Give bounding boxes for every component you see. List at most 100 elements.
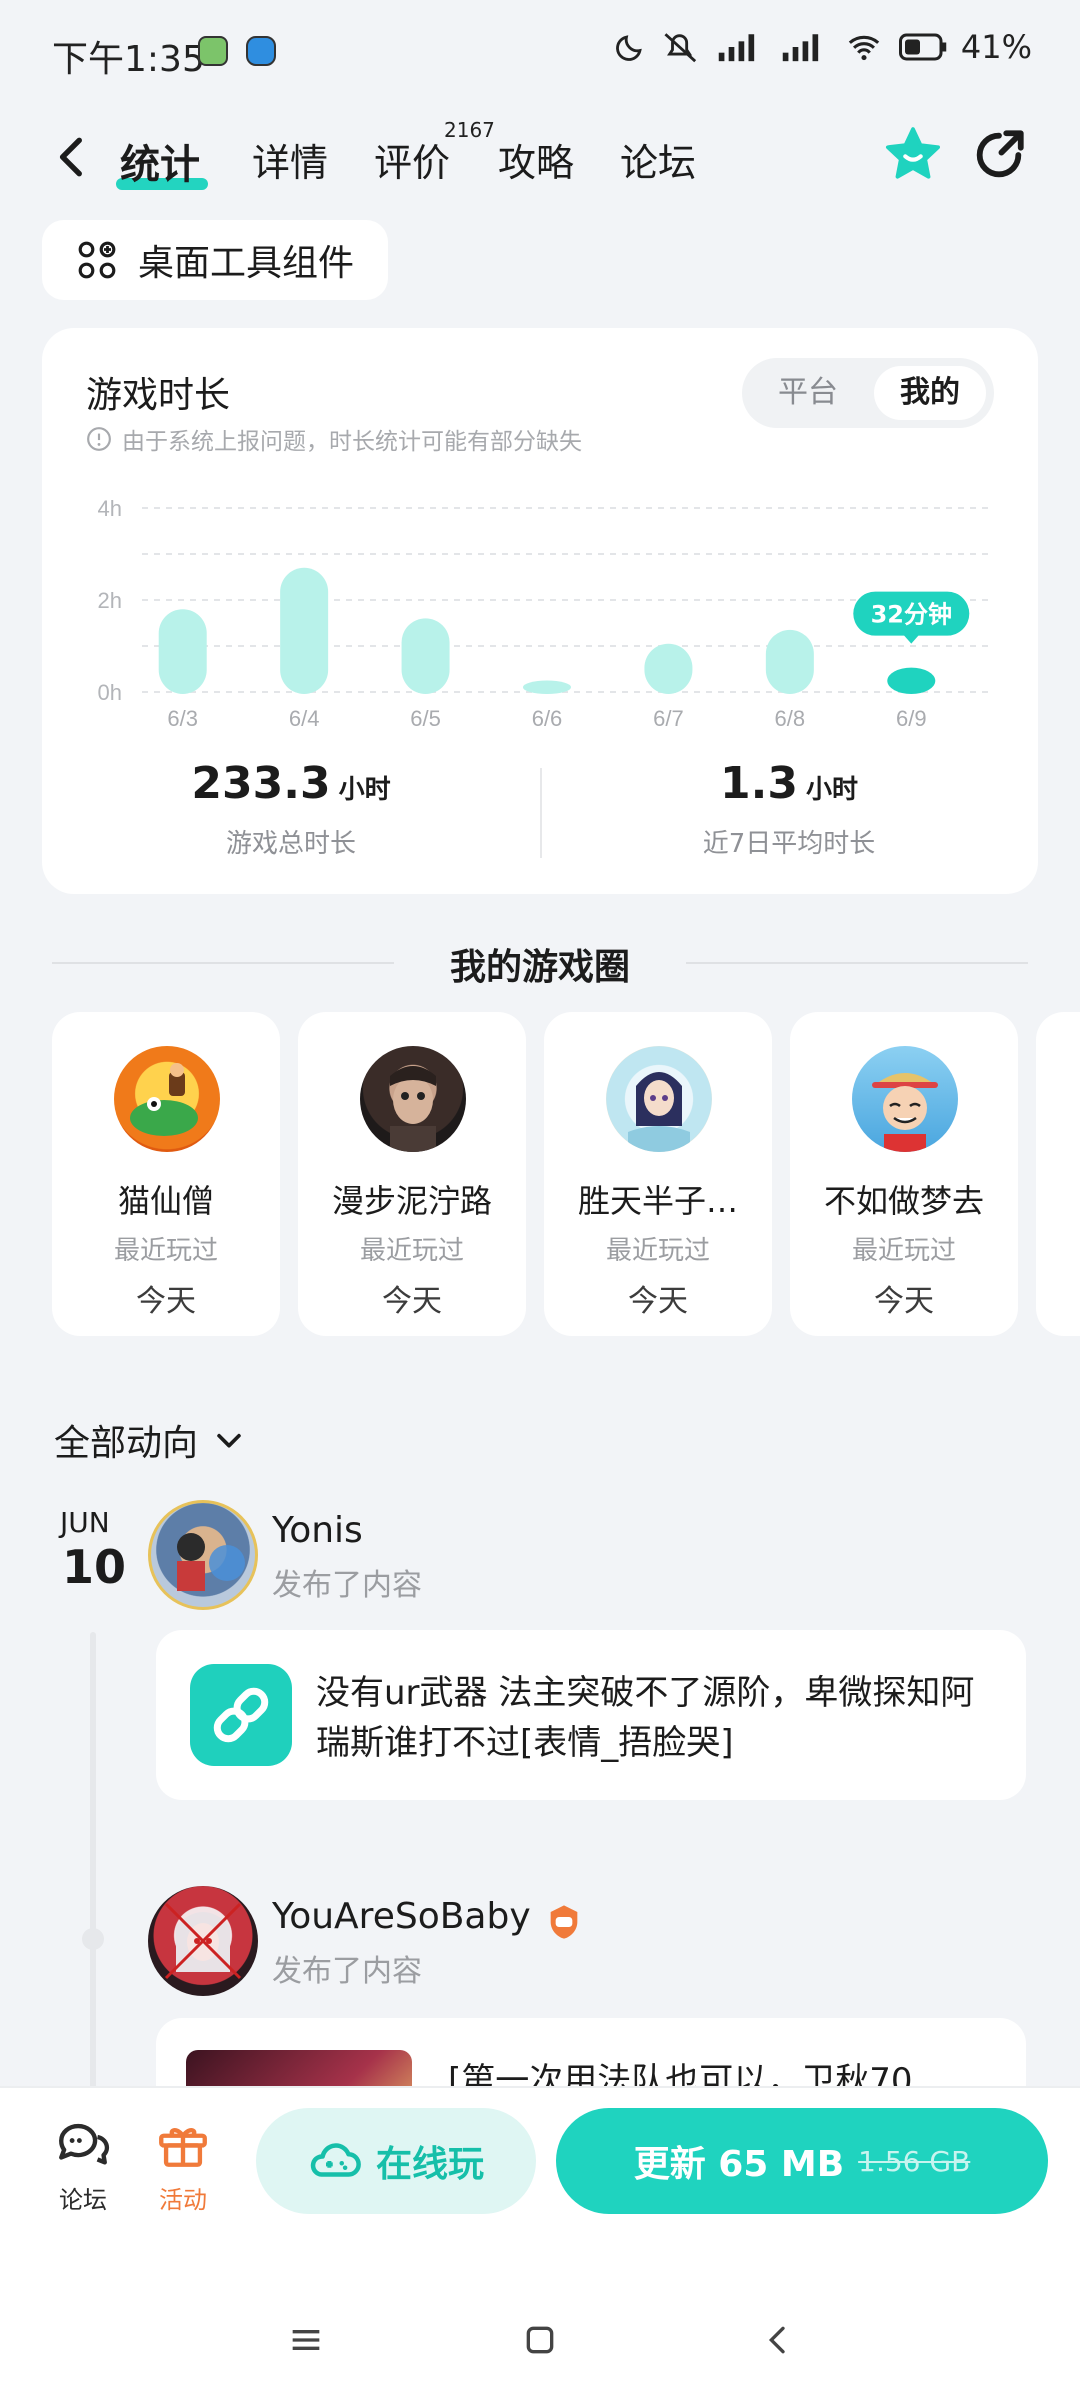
menu-icon[interactable]	[286, 2320, 326, 2360]
link-icon	[213, 1687, 269, 1743]
playtime-notice-text: 由于系统上报问题，时长统计可能有部分缺失	[122, 429, 582, 455]
favorite-star-icon[interactable]	[882, 124, 944, 186]
chart-bar	[158, 609, 207, 694]
average-playtime: 1.3 小时 近7日平均时长	[540, 758, 1038, 860]
update-button[interactable]: 更新 65 MB 1.56 GB	[556, 2108, 1048, 2214]
total-playtime-unit: 小时	[338, 775, 391, 805]
review-count: 2167	[444, 118, 495, 142]
data-source-toggle: 平台 我的	[742, 358, 994, 428]
gamepad-cloud-icon	[310, 2143, 361, 2177]
toggle-mine[interactable]: 我的	[874, 366, 986, 420]
play-online-button[interactable]: 在线玩	[256, 2108, 536, 2214]
update-label: 更新 65 MB	[633, 2144, 845, 2185]
chart-x-tick: 6/7	[653, 706, 684, 731]
moon-icon	[615, 35, 642, 61]
circle-card[interactable]: 不如做梦去 最近玩过 今天	[790, 1012, 1018, 1336]
widget-grid-icon	[78, 241, 116, 279]
circle-card-partial[interactable]	[1036, 1012, 1080, 1336]
forum-button[interactable]: 论坛	[38, 2114, 128, 2215]
chart-bar	[765, 629, 814, 694]
toggle-platform[interactable]: 平台	[752, 366, 864, 420]
avatar-anime-icon	[164, 1902, 242, 1980]
total-playtime-value: 233.3	[191, 758, 331, 809]
circle-recent-label: 最近玩过	[605, 1236, 710, 1266]
circle-when: 今天	[382, 1284, 442, 1319]
mute-bell-icon	[664, 33, 696, 63]
top-nav: 统计 详情 评价 2167 攻略 论坛	[0, 110, 1080, 206]
home-icon[interactable]	[520, 2320, 560, 2360]
chart-x-tick: 6/3	[167, 706, 198, 731]
post-action: 发布了内容	[272, 1954, 422, 1989]
signal-icon	[782, 34, 819, 62]
chart-highlight-label: 32分钟	[871, 601, 952, 629]
browser-icon	[246, 36, 276, 66]
wechat-icon	[198, 36, 228, 66]
feed-date-day: 10	[62, 1540, 127, 1594]
system-navigation	[0, 2300, 1080, 2380]
signal-icon	[718, 34, 755, 62]
back-icon[interactable]	[758, 2320, 798, 2360]
info-icon	[87, 427, 111, 451]
playtime-stats: 233.3 小时 游戏总时长 1.3 小时 近7日平均时长	[42, 758, 1038, 878]
playtime-chart: 4h 2h 0h 6/3 6/4 6/5 6/6 6/7 6/8 6/9 32分钟	[98, 496, 992, 731]
battery-icon	[898, 33, 947, 61]
status-icons: 41%	[613, 28, 1032, 66]
chart-x-tick: 6/8	[775, 706, 806, 731]
post-username[interactable]: Yonis	[272, 1510, 363, 1551]
user-avatar[interactable]	[148, 1886, 258, 1996]
circle-recent-label: 最近玩过	[851, 1236, 956, 1266]
avatar-photo-icon	[177, 1533, 245, 1591]
chart-x-tick: 6/9	[896, 706, 927, 731]
feed-filter-dropdown[interactable]: 全部动向	[54, 1414, 246, 1466]
post-action: 发布了内容	[272, 1568, 422, 1603]
tab-reviews[interactable]: 评价	[374, 132, 450, 187]
post-username[interactable]: YouAreSoBaby	[272, 1896, 531, 1937]
timeline-dot	[82, 1928, 104, 1950]
circle-name: 胜天半子…	[577, 1182, 738, 1220]
tab-details[interactable]: 详情	[252, 132, 328, 187]
chart-highlight-pointer	[903, 634, 920, 644]
game-circle-list: 猫仙僧 最近玩过 今天 漫步泥泞路 最近玩过 今天 胜天半子… 最近玩过 今天 …	[52, 1012, 1080, 1338]
circle-name: 不如做梦去	[823, 1182, 984, 1220]
circle-avatar	[852, 1046, 958, 1152]
circle-avatar	[360, 1046, 466, 1152]
anime-girl-icon	[628, 1072, 690, 1152]
chart-x-tick: 6/4	[289, 706, 320, 731]
chart-bar	[887, 667, 936, 694]
circle-avatar	[606, 1046, 712, 1152]
chat-bubbles-icon	[59, 2123, 110, 2165]
chart-x-tick: 6/5	[410, 706, 441, 731]
game-circle-title: 我的游戏圈	[449, 947, 630, 988]
circle-card[interactable]: 胜天半子… 最近玩过 今天	[544, 1012, 772, 1336]
straw-hat-boy-icon	[872, 1073, 938, 1152]
post-content-card[interactable]: 没有ur武器 法主突破不了源阶，卑微探知阿瑞斯谁打不过[表情_捂脸哭]	[156, 1630, 1026, 1800]
playtime-card: 游戏时长 由于系统上报问题，时长统计可能有部分缺失 平台 我的 4h 2h 0h 6/…	[42, 328, 1038, 894]
post-header: Yonis 发布了内容	[148, 1500, 948, 1610]
gift-icon	[159, 2128, 207, 2167]
update-old-size: 1.56 GB	[858, 2144, 971, 2178]
activity-button[interactable]: 活动	[138, 2114, 228, 2215]
circle-card[interactable]: 猫仙僧 最近玩过 今天	[52, 1012, 280, 1336]
chart-y-tick: 2h	[98, 588, 122, 613]
circle-card[interactable]: 漫步泥泞路 最近玩过 今天	[298, 1012, 526, 1336]
share-icon[interactable]	[970, 126, 1028, 184]
post-header: YouAreSoBaby 发布了内容	[148, 1886, 948, 1996]
playtime-title: 游戏时长	[86, 375, 231, 416]
forum-label: 论坛	[59, 2186, 107, 2214]
user-avatar[interactable]	[148, 1500, 258, 1610]
playtime-notice: 由于系统上报问题，时长统计可能有部分缺失	[86, 422, 582, 456]
wifi-icon	[848, 35, 880, 61]
chart-bar	[523, 680, 571, 694]
play-online-label: 在线玩	[375, 2144, 484, 2185]
tab-guides[interactable]: 攻略	[498, 132, 574, 187]
desktop-widget-button[interactable]: 桌面工具组件	[42, 220, 388, 300]
chart-y-tick: 0h	[98, 680, 122, 705]
tab-forum[interactable]: 论坛	[620, 132, 696, 187]
link-thumbnail	[190, 1664, 292, 1766]
post-text: 没有ur武器 法主突破不了源阶，卑微探知阿瑞斯谁打不过[表情_捂脸哭]	[316, 1673, 975, 1763]
average-playtime-unit: 小时	[805, 775, 858, 805]
circle-name: 猫仙僧	[117, 1182, 214, 1220]
tab-stats[interactable]: 统计	[120, 132, 200, 190]
timeline-line	[90, 1632, 96, 2092]
back-arrow-icon[interactable]	[48, 132, 98, 182]
